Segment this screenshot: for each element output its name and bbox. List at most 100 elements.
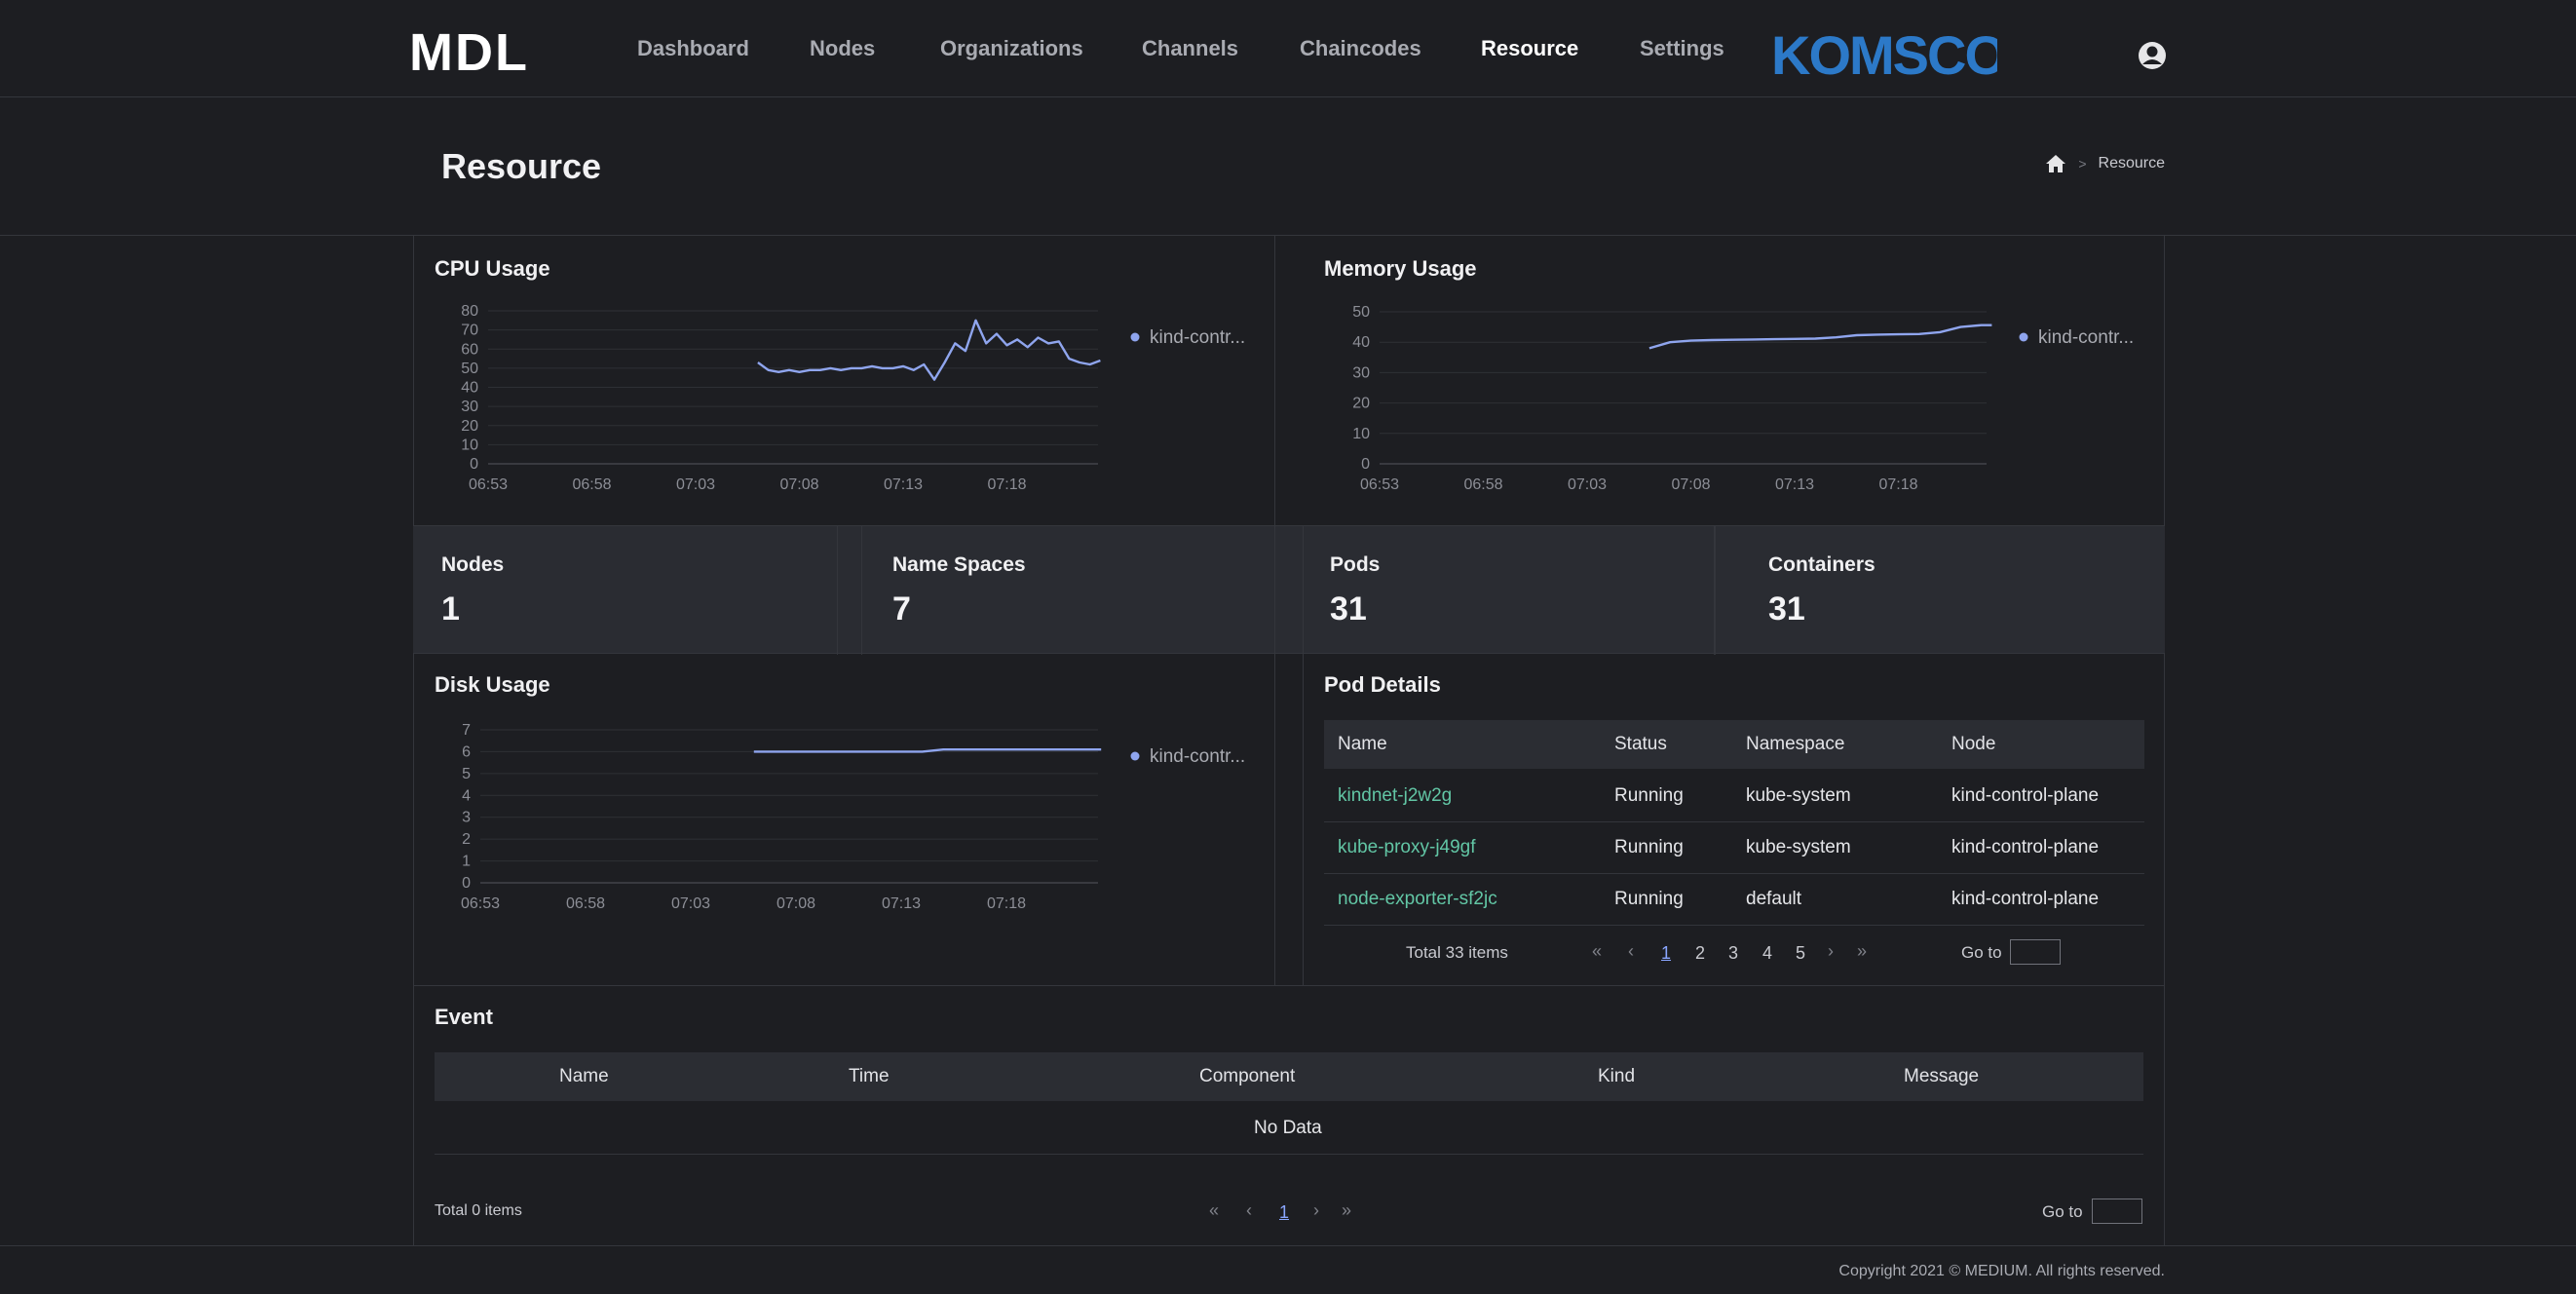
memory-usage-chart: 0 10 20 30 40 50 06:53 06:58 07:03 07:08 07:13 07:1…: [1352, 304, 2134, 493]
footer-divider: [0, 1245, 2576, 1246]
disk-chart-y-tick-label: 5: [462, 766, 471, 782]
nav-settings[interactable]: Settings: [1640, 36, 1724, 61]
memory-usage-title: Memory Usage: [1324, 256, 1477, 281]
event-col-component: Component: [1199, 1066, 1296, 1086]
pod-status: Running: [1614, 837, 1684, 857]
memory-chart-y-tick-label: 10: [1352, 426, 1370, 442]
cpu-chart-x-tick-label: 07:08: [779, 476, 818, 493]
memory-chart-x-tick-label: 06:58: [1463, 476, 1502, 493]
copyright: Copyright 2021 © MEDIUM. All rights rese…: [1838, 1263, 2165, 1279]
pod-goto-label: Go to: [1961, 943, 2002, 962]
page-4-button[interactable]: 4: [1762, 943, 1772, 964]
page-title-band: [0, 97, 2576, 236]
nav-organizations[interactable]: Organizations: [940, 36, 1083, 61]
divider: [1303, 526, 1304, 655]
nav-resource[interactable]: Resource: [1481, 36, 1578, 61]
nav-dashboard[interactable]: Dashboard: [637, 36, 749, 61]
cpu-chart-y-tick-label: 70: [461, 323, 478, 339]
disk-chart-x-tick-label: 07:13: [882, 895, 921, 912]
nav-channels[interactable]: Channels: [1142, 36, 1238, 61]
pod-name-link[interactable]: kube-proxy-j49gf: [1338, 837, 1476, 858]
cpu-chart-x-tick-label: 06:53: [469, 476, 508, 493]
nav-nodes[interactable]: Nodes: [810, 36, 875, 61]
pod-status: Running: [1614, 889, 1684, 909]
stat-namespaces-label: Name Spaces: [892, 553, 1026, 576]
memory-chart-series-line: [1648, 324, 1992, 350]
pod-node: kind-control-plane: [1951, 837, 2100, 857]
cpu-chart-y-tick-label: 40: [461, 380, 478, 397]
prev-page-button[interactable]: ‹: [1246, 1200, 1252, 1221]
memory-chart-x-tick-label: 07:03: [1568, 476, 1607, 493]
cpu-chart-y-tick-label: 10: [461, 437, 478, 453]
first-page-button[interactable]: «: [1592, 941, 1602, 962]
event-goto-label: Go to: [2042, 1202, 2083, 1221]
disk-chart-y-tick-label: 2: [462, 831, 471, 848]
page-2-button[interactable]: 2: [1695, 943, 1705, 964]
page-title: Resource: [441, 146, 602, 186]
cpu-usage-chart: 0 10 20 30 40 50 60 70 80 06:53 06:58 07:03 07:08 07:…: [461, 303, 1245, 493]
pod-goto-input[interactable]: [2010, 939, 2061, 965]
disk-usage-chart: 0 1 2 3 4 5 6 7 06:53 06:58 07:03 07:08 07:13 07:18 ki…: [461, 722, 1245, 912]
divider: [1274, 526, 1275, 655]
memory-chart-x-tick-label: 07:08: [1671, 476, 1710, 493]
memory-chart-legend-marker: [2019, 332, 2028, 342]
page-1-button[interactable]: 1: [1661, 943, 1671, 964]
pod-table-header: [1324, 720, 2144, 769]
cpu-chart-series-line: [757, 319, 1101, 381]
cpu-chart-y-tick-label: 30: [461, 399, 478, 415]
pod-name-link[interactable]: kindnet-j2w2g: [1338, 785, 1452, 807]
cpu-chart-x-tick-label: 07:03: [676, 476, 715, 493]
cpu-chart-legend-label[interactable]: kind-contr...: [1150, 327, 1245, 348]
home-icon[interactable]: [2045, 154, 2066, 173]
pod-namespace: kube-system: [1746, 785, 1851, 806]
disk-chart-y-tick-label: 7: [462, 722, 471, 739]
cpu-chart-y-tick-label: 80: [461, 303, 478, 320]
cpu-chart-y-tick-label: 0: [470, 456, 478, 473]
memory-chart-legend-label[interactable]: kind-contr...: [2038, 327, 2134, 348]
next-page-button[interactable]: ›: [1313, 1200, 1319, 1221]
table-row-divider: [1324, 925, 2144, 926]
user-icon[interactable]: [2138, 41, 2167, 70]
pod-node: kind-control-plane: [1951, 889, 2100, 909]
page-1-button[interactable]: 1: [1279, 1202, 1289, 1223]
stat-namespaces-value: 7: [892, 590, 911, 628]
pod-col-name: Name: [1338, 734, 1387, 754]
disk-chart-y-tick-label: 0: [462, 875, 471, 892]
breadcrumb-current: Resource: [2098, 155, 2165, 171]
komsco-logo-text: KOMSCO: [1771, 27, 1997, 82]
event-empty-state: No Data: [1254, 1118, 1322, 1138]
first-page-button[interactable]: «: [1209, 1200, 1219, 1221]
nav-chaincodes[interactable]: Chaincodes: [1300, 36, 1421, 61]
stat-pods-label: Pods: [1330, 553, 1381, 576]
cpu-chart-x-tick-label: 06:58: [572, 476, 611, 493]
cpu-chart-legend-marker: [1130, 332, 1140, 342]
last-page-button[interactable]: »: [1342, 1200, 1351, 1221]
top-navigation-bar: MDL Dashboard Nodes Organizations Channe…: [0, 0, 2576, 97]
disk-chart-legend-label[interactable]: kind-contr...: [1150, 746, 1245, 767]
memory-chart-y-tick-label: 20: [1352, 396, 1370, 412]
event-goto-input[interactable]: [2092, 1199, 2142, 1224]
memory-chart-x-tick-label: 06:53: [1360, 476, 1399, 493]
divider: [1715, 526, 1716, 655]
pod-details-title: Pod Details: [1324, 672, 1441, 697]
disk-chart-y-tick-label: 1: [462, 854, 471, 870]
pod-name-link[interactable]: node-exporter-sf2jc: [1338, 889, 1497, 910]
cpu-chart-y-tick-label: 60: [461, 341, 478, 358]
event-col-time: Time: [849, 1066, 890, 1086]
mdl-logo-text: MDL: [409, 27, 529, 74]
cpu-chart-x-tick-label: 07:18: [987, 476, 1026, 493]
summary-stats: Nodes 1 Name Spaces 7 Pods 31 Containers…: [413, 525, 2165, 655]
last-page-button[interactable]: »: [1857, 941, 1867, 962]
pod-col-namespace: Namespace: [1746, 734, 1845, 754]
pod-total-items: Total 33 items: [1406, 943, 1508, 962]
pod-namespace: default: [1746, 889, 1802, 909]
page-5-button[interactable]: 5: [1796, 943, 1805, 964]
mdl-logo[interactable]: MDL: [409, 27, 555, 74]
prev-page-button[interactable]: ‹: [1628, 941, 1634, 962]
stat-pods-value: 31: [1330, 590, 1367, 628]
event-col-name: Name: [559, 1066, 609, 1086]
disk-chart-y-tick-label: 3: [462, 810, 471, 826]
page-3-button[interactable]: 3: [1728, 943, 1738, 964]
next-page-button[interactable]: ›: [1828, 941, 1834, 962]
disk-chart-y-tick-label: 6: [462, 743, 471, 760]
